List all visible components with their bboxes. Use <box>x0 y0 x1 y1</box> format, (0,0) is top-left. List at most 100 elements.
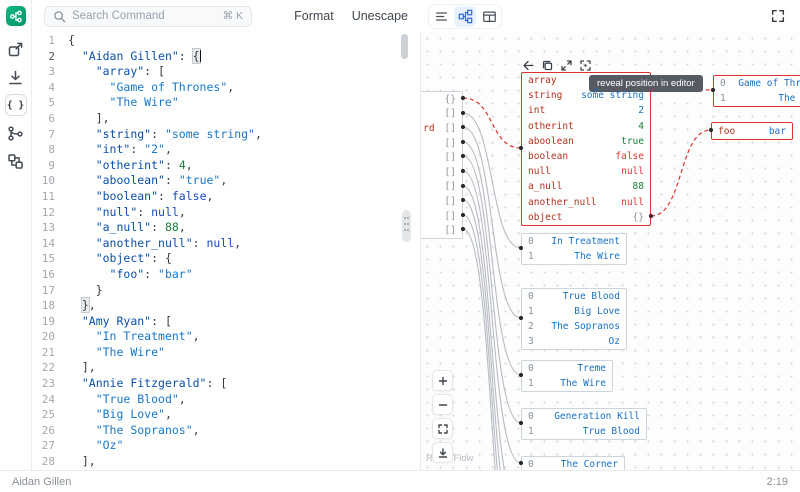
graph-edge <box>463 186 521 470</box>
code-line-6[interactable]: 6 ], <box>32 111 420 127</box>
line-number: 10 <box>32 173 68 189</box>
graph-node-foo-object[interactable]: foobar <box>711 122 793 140</box>
format-button[interactable]: Format <box>294 9 334 23</box>
code-token: "The Wire" <box>96 345 165 359</box>
code-token: , <box>255 127 262 141</box>
branch-view-button[interactable] <box>5 122 27 144</box>
code-line-10[interactable]: 10 "aboolean": "true", <box>32 173 420 189</box>
graph-node-array-items[interactable]: 0Game of Thrones1The Wire <box>713 75 800 107</box>
focus-icon <box>579 59 592 72</box>
code-line-7[interactable]: 7 "string": "some string", <box>32 127 420 143</box>
code-line-12[interactable]: 12 "null": null, <box>32 205 420 221</box>
unescape-button[interactable]: Unescape <box>352 9 408 23</box>
node-cell: false <box>615 151 644 162</box>
code-line-21[interactable]: 21 "The Wire" <box>32 345 420 361</box>
table-view-button[interactable] <box>478 6 500 27</box>
command-search[interactable]: ⌘ K <box>44 6 252 27</box>
line-number: 13 <box>32 220 68 236</box>
graph-node-list-4[interactable]: 0Generation Kill1True Blood <box>521 408 647 440</box>
zoom-out-button[interactable] <box>432 394 453 415</box>
code-token <box>68 158 96 172</box>
code-token: , <box>227 80 234 94</box>
code-line-17[interactable]: 17 } <box>32 283 420 299</box>
code-line-23[interactable]: 23 "Annie Fitzgerald": [ <box>32 376 420 392</box>
graph-node-root-clipped[interactable]: {}[]rd[][][][][][][][] <box>420 91 463 239</box>
code-line-28[interactable]: 28 ], <box>32 454 420 470</box>
json-editor-button[interactable]: { } <box>5 94 27 116</box>
expand-node-button[interactable] <box>559 58 574 73</box>
code-line-20[interactable]: 20 "In Treatment", <box>32 329 420 345</box>
download-icon <box>437 447 449 459</box>
code-token: "2" <box>144 142 165 156</box>
node-cell: array <box>528 75 557 86</box>
code-token: , <box>234 236 241 250</box>
panel-resize-handle[interactable] <box>402 210 411 242</box>
code-line-14[interactable]: 14 "another_null": null, <box>32 236 420 252</box>
node-cell: null <box>621 197 644 208</box>
code-line-18[interactable]: 18 }, <box>32 298 420 314</box>
graph-edge <box>463 215 521 470</box>
fullscreen-button[interactable] <box>770 8 786 24</box>
header-left: ⌘ K Format Unescape <box>32 6 420 27</box>
code-text: "string": "some string", <box>68 127 262 143</box>
graph-node-list-5[interactable]: 0The Corner <box>521 456 625 470</box>
code-line-25[interactable]: 25 "Big Love", <box>32 407 420 423</box>
focus-node-button[interactable] <box>578 58 593 73</box>
graph-node-list-1[interactable]: 0In Treatment1The Wire <box>521 233 627 265</box>
list-view-button[interactable] <box>430 6 452 27</box>
code-token: : <box>137 205 151 219</box>
export-image-button[interactable] <box>5 66 27 88</box>
search-input[interactable] <box>72 10 217 22</box>
code-line-8[interactable]: 8 "int": "2", <box>32 142 420 158</box>
node-row: 1Big Love <box>522 304 626 319</box>
node-cell: rd <box>423 123 434 134</box>
code-editor[interactable]: 1{2 "Aidan Gillen": {3 "array": [4 "Game… <box>32 32 420 470</box>
compare-view-button[interactable] <box>5 150 27 172</box>
graph-node-selected-object[interactable]: array[]stringsome stringint2otherint4abo… <box>521 72 651 226</box>
code-line-4[interactable]: 4 "Game of Thrones", <box>32 80 420 96</box>
code-token <box>68 127 96 141</box>
code-token: , <box>179 220 186 234</box>
code-token <box>68 189 96 203</box>
graph-node-list-3[interactable]: 0Treme1The Wire <box>521 360 613 392</box>
code-text: "Oz" <box>68 438 123 454</box>
flow-view-button[interactable] <box>454 6 476 27</box>
code-line-9[interactable]: 9 "otherint": 4, <box>32 158 420 174</box>
code-token: : <box>151 220 165 234</box>
code-line-3[interactable]: 3 "array": [ <box>32 64 420 80</box>
code-line-1[interactable]: 1{ <box>32 33 420 49</box>
code-line-11[interactable]: 11 "boolean": false, <box>32 189 420 205</box>
line-number: 18 <box>32 298 68 314</box>
fit-view-button[interactable] <box>432 418 453 439</box>
graph-node-list-2[interactable]: 0True Blood1Big Love2The Sopranos3Oz <box>521 288 627 350</box>
code-line-13[interactable]: 13 "a_null": 88, <box>32 220 420 236</box>
code-line-27[interactable]: 27 "Oz" <box>32 438 420 454</box>
node-cell: foo <box>718 126 735 137</box>
zoom-in-button[interactable] <box>432 370 453 391</box>
code-line-24[interactable]: 24 "True Blood", <box>32 392 420 408</box>
editor-scrollbar-thumb[interactable] <box>401 34 408 59</box>
code-line-19[interactable]: 19 "Amy Ryan": [ <box>32 314 420 330</box>
copy-button[interactable] <box>540 58 555 73</box>
code-token: , <box>89 298 96 312</box>
import-button[interactable] <box>5 38 27 60</box>
graph-edge <box>463 142 521 375</box>
code-text: "Amy Ryan": [ <box>68 314 172 330</box>
graph-canvas[interactable]: {}[]rd[][][][][][][][]array[]stringsome … <box>420 32 800 470</box>
code-line-22[interactable]: 22 ], <box>32 360 420 376</box>
code-token: "array" <box>96 64 144 78</box>
line-number: 3 <box>32 64 68 80</box>
node-cell: object <box>528 212 562 223</box>
code-line-5[interactable]: 5 "The Wire" <box>32 95 420 111</box>
code-token <box>68 438 96 452</box>
app-logo[interactable] <box>6 6 26 26</box>
code-line-15[interactable]: 15 "object": { <box>32 251 420 267</box>
code-line-26[interactable]: 26 "The Sopranos", <box>32 423 420 439</box>
download-image-button[interactable] <box>432 442 453 463</box>
node-cell: [] <box>445 123 456 134</box>
code-line-16[interactable]: 16 "foo": "bar" <box>32 267 420 283</box>
code-token: : <box>151 127 165 141</box>
code-line-2[interactable]: 2 "Aidan Gillen": { <box>32 49 420 65</box>
code-token: "The Sopranos" <box>96 423 193 437</box>
back-button[interactable] <box>521 58 536 73</box>
